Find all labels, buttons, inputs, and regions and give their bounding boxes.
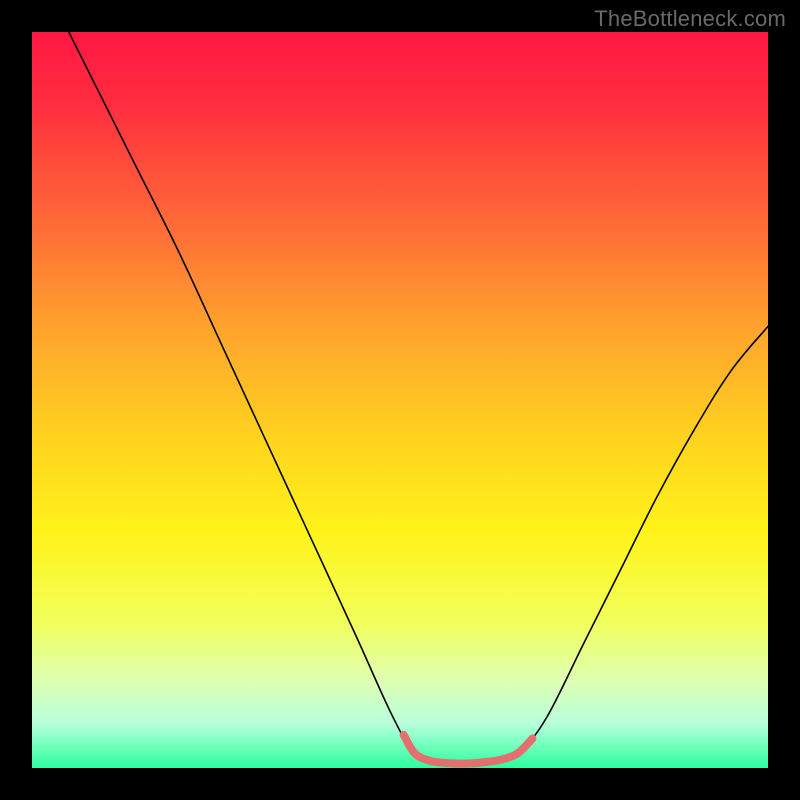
plot-background (32, 32, 768, 768)
watermark-text: TheBottleneck.com (594, 6, 786, 32)
chart-frame: TheBottleneck.com (0, 0, 800, 800)
bottleneck-chart (0, 0, 800, 800)
